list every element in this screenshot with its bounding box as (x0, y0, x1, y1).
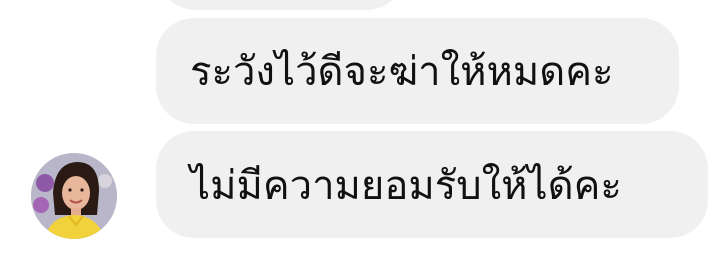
message-text: ไม่มีความยอมรับให้ได้คะ (190, 162, 622, 209)
message-bubble[interactable]: ไม่มีความยอมรับให้ได้คะ (156, 131, 708, 238)
message-text: ระวังไว้ดีจะฆ่าให้หมดคะ (190, 49, 614, 95)
sender-avatar[interactable] (31, 153, 117, 239)
message-bubble[interactable]: ระวังไว้ดีจะฆ่าให้หมดคะ (156, 18, 679, 124)
user-avatar-icon (31, 153, 117, 239)
message-bubble-previous[interactable] (156, 0, 406, 10)
